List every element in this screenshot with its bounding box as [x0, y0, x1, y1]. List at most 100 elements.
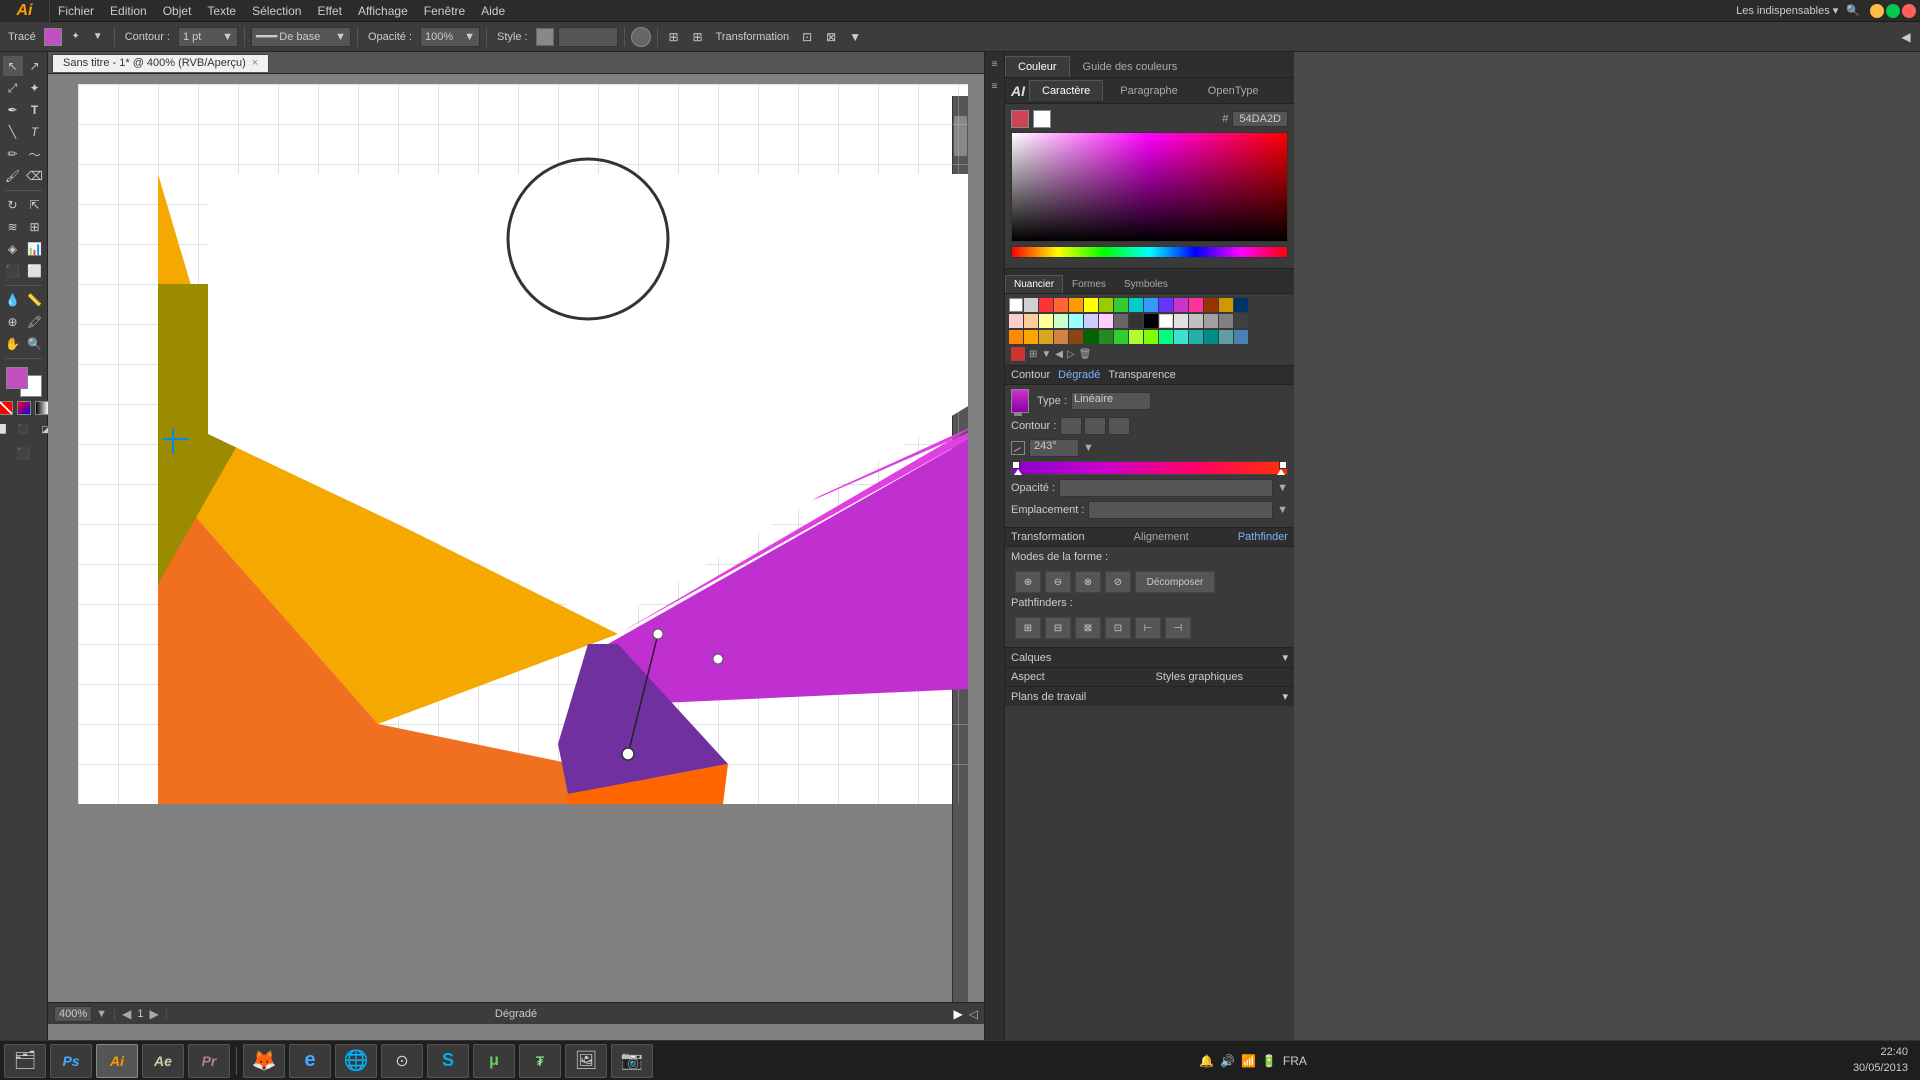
eraser-tool[interactable]: ⌫: [25, 166, 45, 186]
color-swatch-2[interactable]: [1033, 110, 1051, 128]
style-btn[interactable]: [631, 27, 651, 47]
free-transform-tool[interactable]: ⊞: [25, 217, 45, 237]
sw-o2[interactable]: [1024, 330, 1038, 344]
tab-symboles[interactable]: Symboles: [1115, 275, 1177, 293]
sw-r6[interactable]: [1084, 314, 1098, 328]
contour-val-2[interactable]: [1084, 417, 1106, 435]
selection-tool[interactable]: ↖: [3, 56, 23, 76]
sw-o3[interactable]: [1039, 330, 1053, 344]
sw-o9[interactable]: [1129, 330, 1143, 344]
toolbar-icon-1[interactable]: ✦: [66, 27, 86, 47]
status-play-btn[interactable]: ▶: [954, 1007, 963, 1021]
sw-o7[interactable]: [1099, 330, 1113, 344]
sw-o13[interactable]: [1189, 330, 1203, 344]
hue-slider[interactable]: [1011, 246, 1288, 258]
pf-divide[interactable]: ⊞: [1015, 617, 1041, 639]
blob-brush-tool[interactable]: 🖌: [3, 166, 23, 186]
live-paint-tool[interactable]: 🖍: [25, 312, 45, 332]
panel-collapse-btn[interactable]: ◀: [1896, 27, 1916, 47]
taskbar-firefox[interactable]: 🦊: [243, 1044, 285, 1078]
taskbar-cam[interactable]: 📷: [611, 1044, 653, 1078]
plans-header[interactable]: Plans de travail ▾: [1005, 686, 1294, 706]
smooth-tool[interactable]: 〜: [25, 144, 45, 164]
transform-btn-2[interactable]: ⊠: [821, 27, 841, 47]
rotate-tool[interactable]: ↻: [3, 195, 23, 215]
line-tool[interactable]: ╲: [3, 122, 23, 142]
sw-yellow2[interactable]: [1084, 298, 1098, 312]
sw-w2[interactable]: [1159, 314, 1173, 328]
sw-r7[interactable]: [1099, 314, 1113, 328]
sw-icon1[interactable]: ⊞: [1029, 349, 1037, 360]
status-arrow-prev[interactable]: ◀: [122, 1007, 131, 1021]
blend-tool[interactable]: ⊕: [3, 312, 23, 332]
taskbar-photos[interactable]: 🖼: [565, 1044, 607, 1078]
sw-purple1[interactable]: [1159, 298, 1173, 312]
document-tab[interactable]: Sans titre - 1* @ 400% (RVB/Aperçu) ×: [52, 54, 269, 72]
foreground-color-swatch[interactable]: [6, 367, 28, 389]
slice-tool[interactable]: ⬜: [25, 261, 45, 281]
tab-couleur[interactable]: Couleur: [1005, 56, 1070, 77]
taskbar-premiere[interactable]: Pr: [188, 1044, 230, 1078]
tab-close-btn[interactable]: ×: [252, 57, 258, 69]
artboard-tool[interactable]: ⬛: [3, 261, 23, 281]
type-tool-2[interactable]: T: [25, 122, 45, 142]
taskbar-ie[interactable]: e: [289, 1044, 331, 1078]
tab-nuancier[interactable]: Nuancier: [1005, 275, 1063, 293]
pf-crop[interactable]: ⊡: [1105, 617, 1131, 639]
sw-icon5[interactable]: 🗑: [1079, 349, 1092, 360]
toolbar-icon-2[interactable]: ▼: [88, 27, 108, 47]
canvas-wrapper[interactable]: ◀ ▶: [48, 74, 968, 1024]
gradient-arrow-right[interactable]: [1277, 469, 1285, 475]
artboard[interactable]: [78, 84, 968, 804]
lasso-tool[interactable]: ⤢: [3, 78, 23, 98]
contour-val-1[interactable]: [1060, 417, 1082, 435]
menu-fichier[interactable]: Fichier: [50, 0, 102, 21]
color-swatch-mini[interactable]: [17, 401, 31, 415]
panel-icon-2[interactable]: ≡: [987, 78, 1003, 94]
pf-minus-back[interactable]: ⊣: [1165, 617, 1191, 639]
taskbar-finance[interactable]: ₮: [519, 1044, 561, 1078]
sw-orange1[interactable]: [1054, 298, 1068, 312]
stroke-color-swatch[interactable]: [44, 28, 62, 46]
pen-tool[interactable]: ✒: [3, 100, 23, 120]
contour-tab-label[interactable]: Contour: [1011, 369, 1050, 381]
col-chart-tool[interactable]: 📊: [25, 239, 45, 259]
alignment-section[interactable]: Alignement: [1134, 531, 1189, 543]
status-scroll[interactable]: ◁: [969, 1007, 978, 1021]
stroke-style-field[interactable]: ━━━ De base ▼: [251, 27, 351, 47]
eyedropper-tool[interactable]: 💧: [3, 290, 23, 310]
menu-selection[interactable]: Sélection: [244, 0, 309, 21]
magic-wand-tool[interactable]: ✦: [25, 78, 45, 98]
transparence-tab-label[interactable]: Transparence: [1108, 369, 1175, 381]
taskbar-photoshop[interactable]: Ps: [50, 1044, 92, 1078]
taskbar-chrome[interactable]: ⊙: [381, 1044, 423, 1078]
taskbar-explorer[interactable]: 🗂: [4, 1044, 46, 1078]
panel-icon-1[interactable]: ≡: [987, 56, 1003, 72]
gradient-swatch-purple[interactable]: [1011, 389, 1029, 413]
sw-pink2[interactable]: [1189, 298, 1203, 312]
sw-o8[interactable]: [1114, 330, 1128, 344]
sw-yellow1[interactable]: [1069, 298, 1083, 312]
sw-r2[interactable]: [1024, 314, 1038, 328]
angle-dropdown[interactable]: ▼: [1083, 442, 1094, 454]
menu-aide[interactable]: Aide: [473, 0, 513, 21]
sw-green1[interactable]: [1099, 298, 1113, 312]
taskbar-illustrator[interactable]: Ai: [96, 1044, 138, 1078]
transform-btn-1[interactable]: ⊡: [797, 27, 817, 47]
decompose-btn[interactable]: Décomposer: [1135, 571, 1215, 593]
sw-blue1[interactable]: [1144, 298, 1158, 312]
sw-special1[interactable]: [1011, 347, 1025, 361]
minimize-button[interactable]: [1870, 4, 1884, 18]
sw-g4[interactable]: [1204, 314, 1218, 328]
close-button[interactable]: [1902, 4, 1916, 18]
sw-gray1[interactable]: [1024, 298, 1038, 312]
intersect-btn[interactable]: ⊗: [1075, 571, 1101, 593]
char-tab[interactable]: Caractère: [1029, 80, 1103, 101]
direct-selection-tool[interactable]: ↗: [25, 56, 45, 76]
sw-r3[interactable]: [1039, 314, 1053, 328]
sw-g2[interactable]: [1174, 314, 1188, 328]
measure-tool[interactable]: 📏: [25, 290, 45, 310]
sw-o1[interactable]: [1009, 330, 1023, 344]
pf-merge[interactable]: ⊠: [1075, 617, 1101, 639]
sw-o5[interactable]: [1069, 330, 1083, 344]
